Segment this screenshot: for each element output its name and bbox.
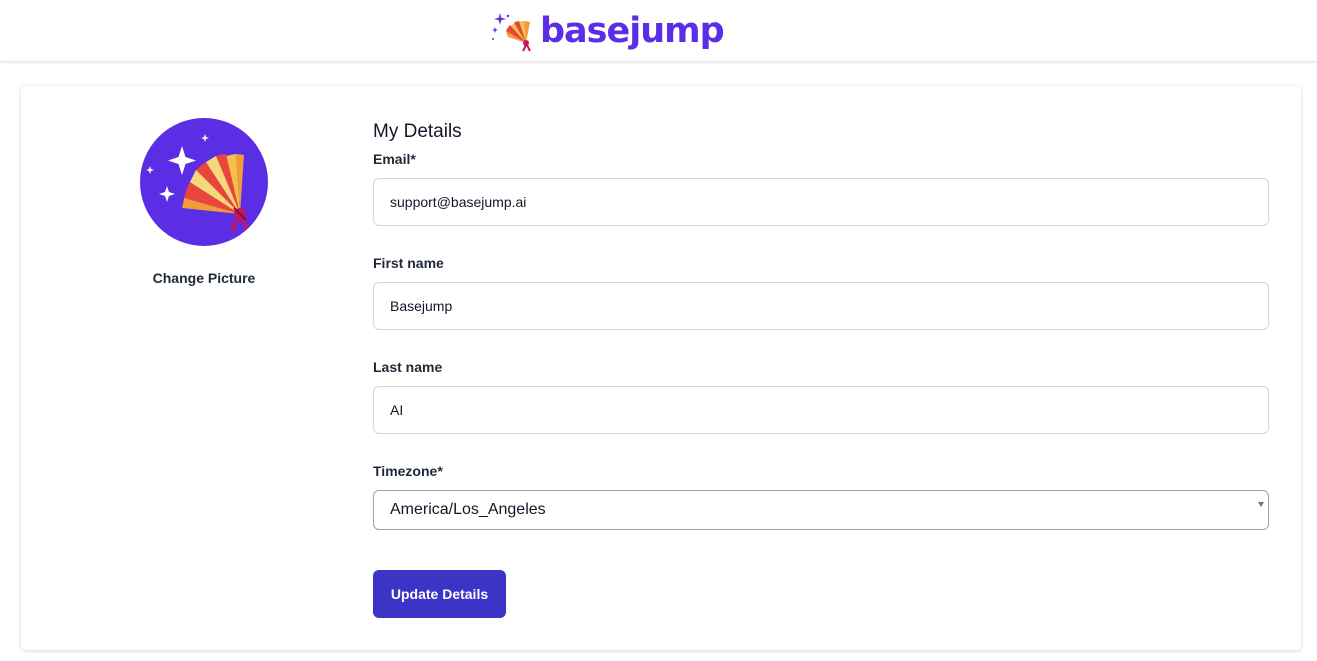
- email-field[interactable]: support@basejump.ai: [373, 178, 1269, 226]
- change-picture-button[interactable]: Change Picture: [124, 270, 284, 286]
- folding-fan-sparkles-icon: [146, 134, 250, 232]
- first-name-label: First name: [373, 255, 444, 271]
- top-navbar: basejump: [0, 0, 1317, 62]
- my-details-form: My Details Email* support@basejump.ai Fi…: [373, 120, 1269, 618]
- timezone-label: Timezone*: [373, 463, 443, 479]
- timezone-selected-value: America/Los_Angeles: [390, 501, 546, 518]
- basejump-logo[interactable]: basejump: [490, 9, 725, 53]
- email-label: Email*: [373, 151, 416, 167]
- profile-card: Change Picture My Details Email* support…: [21, 86, 1301, 650]
- folding-fan-sparkles-icon: [492, 13, 531, 52]
- timezone-select[interactable]: America/Los_Angeles: [373, 490, 1269, 530]
- logo-text: basejump: [540, 11, 725, 51]
- form-title: My Details: [373, 121, 462, 142]
- first-name-field[interactable]: Basejump: [373, 282, 1269, 330]
- chevron-down-icon: [1258, 502, 1264, 507]
- last-name-field[interactable]: AI: [373, 386, 1269, 434]
- avatar[interactable]: [140, 118, 268, 246]
- last-name-label: Last name: [373, 359, 443, 375]
- update-details-button[interactable]: Update Details: [373, 570, 506, 618]
